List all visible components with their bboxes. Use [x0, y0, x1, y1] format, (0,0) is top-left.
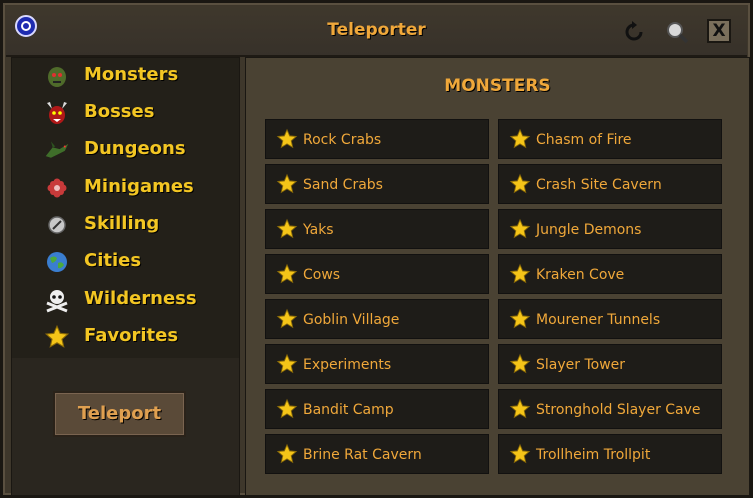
ogre-head-icon [44, 63, 70, 89]
favorite-star-icon[interactable] [509, 128, 531, 150]
destination-tile[interactable]: Brine Rat Cavern [265, 434, 489, 474]
destination-label: Slayer Tower [536, 357, 626, 373]
refresh-icon[interactable] [622, 20, 646, 44]
globe-icon [44, 249, 70, 275]
destination-label: Bandit Camp [303, 402, 394, 418]
sidebar-item-dungeons[interactable]: Dungeons [12, 132, 239, 168]
category-sidebar: Monsters Bosses Dungeons Minigames Skill… [11, 57, 240, 496]
sidebar-item-label: Monsters [84, 64, 179, 85]
favorite-star-icon[interactable] [509, 353, 531, 375]
skull-crossbones-icon [44, 287, 70, 313]
sidebar-item-label: Minigames [84, 176, 194, 197]
favorite-star-icon[interactable] [509, 443, 531, 465]
sidebar-item-bosses[interactable]: Bosses [12, 95, 239, 131]
destination-tile[interactable]: Goblin Village [265, 299, 489, 339]
title-bar: Teleporter X [6, 6, 747, 57]
destination-label: Chasm of Fire [536, 132, 632, 148]
favorite-star-icon[interactable] [509, 398, 531, 420]
close-icon[interactable]: X [707, 19, 731, 43]
favorite-star-icon[interactable] [509, 173, 531, 195]
favorite-star-icon[interactable] [276, 398, 298, 420]
favorite-star-icon[interactable] [276, 218, 298, 240]
red-flower-icon [44, 175, 70, 201]
sidebar-item-label: Favorites [84, 325, 179, 346]
destination-tile[interactable]: Rock Crabs [265, 119, 489, 159]
favorite-star-icon[interactable] [276, 173, 298, 195]
teleporter-window: Teleporter X Monsters Bosses Dungeons Mi… [0, 0, 753, 498]
destination-label: Jungle Demons [536, 222, 642, 238]
destination-label: Kraken Cove [536, 267, 625, 283]
favorite-star-icon[interactable] [509, 218, 531, 240]
sidebar-item-cities[interactable]: Cities [12, 244, 239, 280]
sidebar-item-favorites[interactable]: Favorites [12, 319, 239, 355]
skill-orb-icon [44, 212, 70, 238]
destination-label: Goblin Village [303, 312, 400, 328]
destination-label: Experiments [303, 357, 392, 373]
destination-tile[interactable]: Yaks [265, 209, 489, 249]
sidebar-item-label: Wilderness [84, 288, 197, 309]
demon-head-icon [44, 100, 70, 126]
favorite-star-icon[interactable] [276, 443, 298, 465]
destination-tile[interactable]: Slayer Tower [498, 344, 722, 384]
sidebar-item-skilling[interactable]: Skilling [12, 207, 239, 243]
destination-label: Trollheim Trollpit [536, 447, 651, 463]
sidebar-item-monsters[interactable]: Monsters [12, 58, 239, 94]
destination-label: Rock Crabs [303, 132, 382, 148]
favorite-star-icon[interactable] [509, 308, 531, 330]
destination-label: Mourener Tunnels [536, 312, 661, 328]
sidebar-item-label: Skilling [84, 213, 160, 234]
section-title: MONSTERS [444, 76, 551, 96]
favorite-star-icon[interactable] [276, 128, 298, 150]
favorite-star-icon[interactable] [276, 353, 298, 375]
destination-tile[interactable]: Experiments [265, 344, 489, 384]
destination-tile[interactable]: Bandit Camp [265, 389, 489, 429]
destination-tile[interactable]: Sand Crabs [265, 164, 489, 204]
sidebar-item-label: Dungeons [84, 138, 186, 159]
destination-tile[interactable]: Mourener Tunnels [498, 299, 722, 339]
destination-tile[interactable]: Crash Site Cavern [498, 164, 722, 204]
sidebar-item-wilderness[interactable]: Wilderness [12, 282, 239, 318]
destination-label: Yaks [303, 222, 334, 238]
favorite-star-icon[interactable] [509, 263, 531, 285]
search-icon[interactable] [665, 20, 689, 44]
destination-tile[interactable]: Cows [265, 254, 489, 294]
destination-label: Cows [303, 267, 341, 283]
destination-label: Sand Crabs [303, 177, 383, 193]
sidebar-item-label: Cities [84, 250, 142, 271]
category-list: Monsters Bosses Dungeons Minigames Skill… [12, 58, 239, 358]
destination-tile[interactable]: Kraken Cove [498, 254, 722, 294]
star-icon [44, 324, 70, 350]
destination-tile[interactable]: Jungle Demons [498, 209, 722, 249]
destination-tile[interactable]: Trollheim Trollpit [498, 434, 722, 474]
dragon-icon [44, 137, 70, 163]
teleport-button[interactable]: Teleport [53, 391, 186, 437]
destination-label: Crash Site Cavern [536, 177, 662, 193]
destination-tile[interactable]: Chasm of Fire [498, 119, 722, 159]
favorite-star-icon[interactable] [276, 308, 298, 330]
destination-tile[interactable]: Stronghold Slayer Cave [498, 389, 722, 429]
destinations-panel: MONSTERS Rock Crabs Sand Crabs Yaks Cows Gob… [245, 57, 750, 496]
sidebar-item-label: Bosses [84, 101, 155, 122]
destination-label: Brine Rat Cavern [303, 447, 422, 463]
destination-label: Stronghold Slayer Cave [536, 402, 701, 418]
favorite-star-icon[interactable] [276, 263, 298, 285]
sidebar-item-minigames[interactable]: Minigames [12, 170, 239, 206]
